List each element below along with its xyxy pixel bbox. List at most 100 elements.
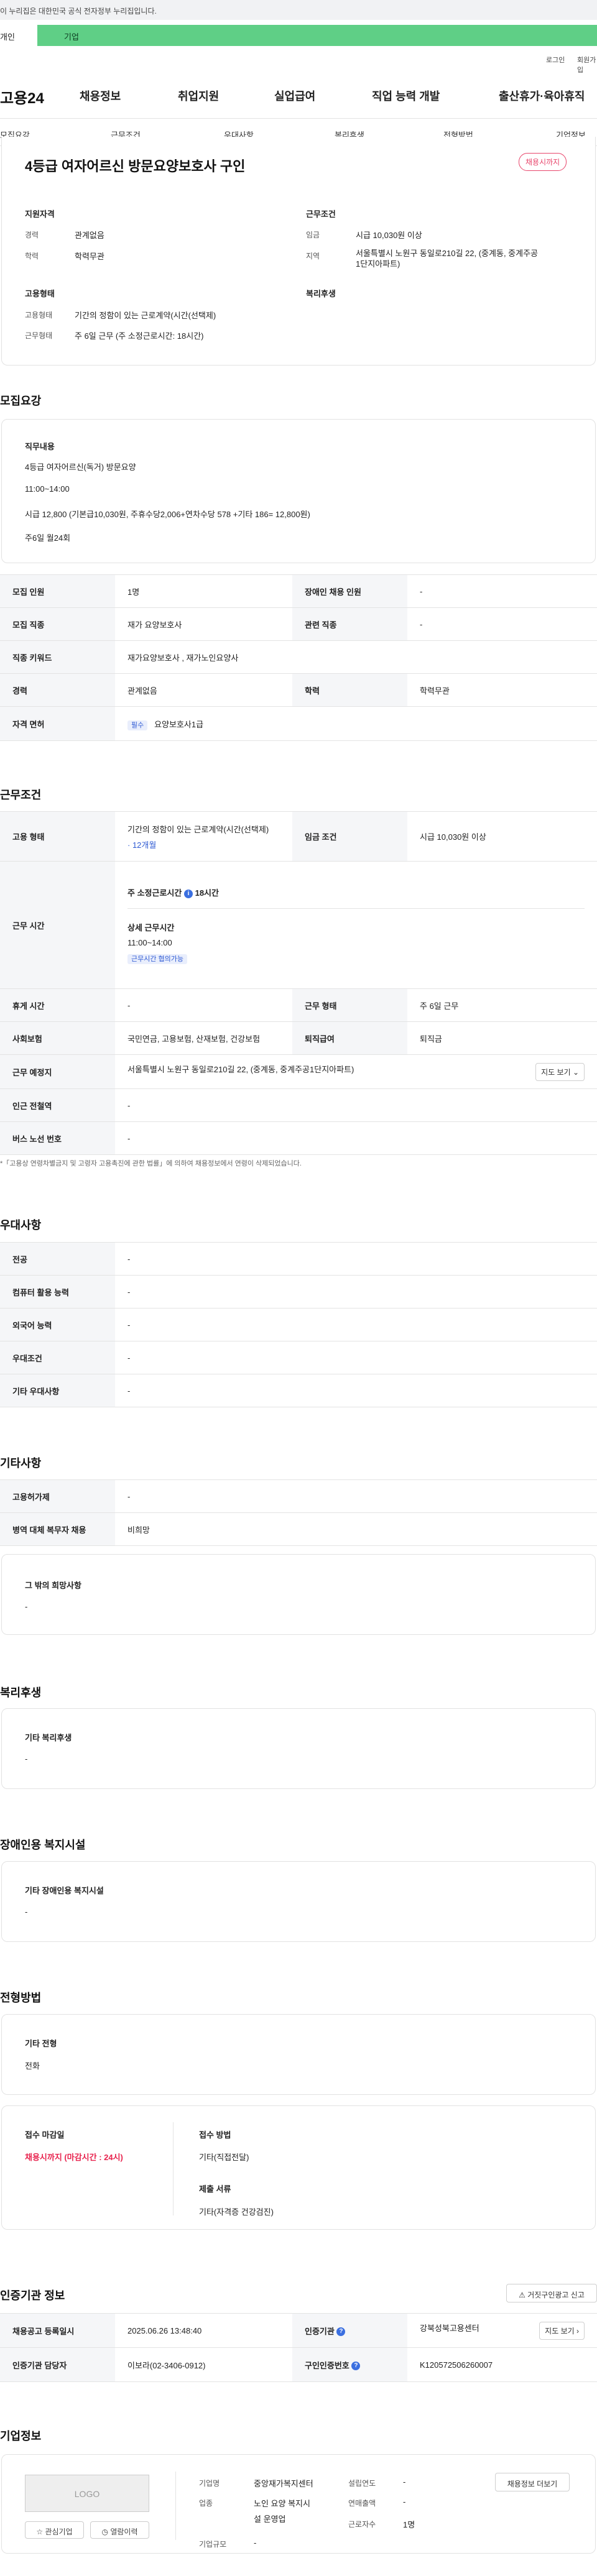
- career-row-key: 경력: [0, 673, 115, 707]
- emp-value: 기간의 정함이 있는 근로계약(시간(선택제): [127, 824, 269, 834]
- weekly-value: 18시간: [195, 888, 219, 898]
- gnb-unemployment-benefit[interactable]: 실업급여: [274, 88, 315, 104]
- org-map-button[interactable]: 지도 보기 ›: [539, 2321, 585, 2340]
- disabled-fac-value: -: [25, 1907, 28, 1916]
- notify-value: -: [115, 1479, 597, 1513]
- table-row: 근무 예정지 서울특별시 노원구 동일로210길 22, (중계동, 중계주공1…: [0, 1054, 597, 1089]
- gov-banner: 이 누리집은 대한민국 공식 전자정부 누리집입니다.: [0, 0, 597, 20]
- docs-title: 제출 서류: [199, 2184, 231, 2194]
- login-link[interactable]: 로그인: [546, 55, 565, 65]
- language-value: -: [115, 1308, 597, 1341]
- notify-key: 고용허가제: [0, 1479, 115, 1513]
- duty-title: 직무내용: [25, 442, 55, 451]
- chevron-down-icon: ⌄: [572, 1067, 579, 1077]
- num-key: 구인인증번호 ?: [292, 2347, 407, 2382]
- wage-cond-key: 임금 조건: [292, 811, 407, 862]
- bus-value: -: [115, 1121, 597, 1155]
- table-row: 사회보험 국민연금, 고용보험, 산재보험, 건강보험 퇴직급여 퇴직금: [0, 1021, 597, 1055]
- tab-individual[interactable]: 개인: [0, 25, 37, 46]
- gnb-parental-leave[interactable]: 출산휴가·육아휴직: [499, 88, 585, 104]
- gnb-employment-support[interactable]: 취업지원: [178, 88, 219, 104]
- age-note: *「고용상 연령차별금지 및 고령자 고용촉진에 관한 법률」에 의하여 채용정…: [0, 1160, 302, 1167]
- gnb-recruit[interactable]: 채용정보: [80, 88, 121, 104]
- rest-key: 휴게 시간: [0, 988, 115, 1022]
- certification-heading: 인증기관 정보: [0, 2289, 65, 2302]
- employment-type-value: 기간의 정함이 있는 근로계약(시간(선택제): [75, 311, 216, 320]
- career-value: 관계없음: [75, 231, 104, 240]
- tab-business[interactable]: 기업: [37, 25, 597, 46]
- info-icon[interactable]: i: [183, 889, 193, 898]
- org-key-label: 인증기관: [305, 2326, 335, 2336]
- conditions-heading: 근무조건: [0, 789, 42, 801]
- reg-key: 채용공고 등록일시: [0, 2313, 115, 2348]
- industry-value-line2: 설 운영업: [254, 2514, 286, 2524]
- career-row-value: 관계없음: [115, 673, 292, 707]
- detail-value: 11:00~14:00: [127, 938, 172, 947]
- keyword-value: 재가요양보호사 , 재가노인요양사: [115, 640, 597, 674]
- num-value: K120572506260007: [407, 2347, 597, 2382]
- edu-row-value: 학력무관: [407, 673, 597, 707]
- other-table: 고용허가제 - 병역 대체 복무자 채용 비희망: [0, 1479, 597, 1546]
- keyword-key: 직종 키워드: [0, 640, 115, 674]
- count-value: 1명: [115, 574, 292, 608]
- chevron-right-icon: ›: [576, 2326, 579, 2335]
- emp-key: 고용 형태: [0, 811, 115, 862]
- table-row: 근무 시간 주 소정근로시간 i 18시간 상세 근무시간 11:00~14:0…: [0, 861, 597, 989]
- history-button[interactable]: ◷ 열람이력: [90, 2521, 149, 2539]
- place-cell: 서울특별시 노원구 동일로210길 22, (중계동, 중계주공1단지아파트) …: [115, 1054, 597, 1089]
- info-icon[interactable]: ?: [351, 2362, 361, 2371]
- table-row: 모집 인원 1명 장애인 채용 인원 -: [0, 574, 597, 608]
- pref-etc-key: 기타 우대사항: [0, 1374, 115, 1407]
- worktype-key: 근무 형태: [292, 988, 407, 1022]
- emp-period: · 12개월: [127, 840, 157, 850]
- reg-value: 2025.06.26 13:48:40: [115, 2313, 292, 2348]
- report-button[interactable]: ⚠ 거짓구인광고 신고: [506, 2284, 597, 2302]
- map-button[interactable]: 지도 보기 ⌄: [535, 1062, 585, 1081]
- pref-cond-value: -: [115, 1341, 597, 1374]
- welfare-etc-value: -: [25, 1754, 28, 1764]
- size-key: 기업규모: [199, 2540, 227, 2549]
- site-logo[interactable]: 고용24: [0, 86, 44, 108]
- company-divider: [175, 2472, 176, 2540]
- insurance-key: 사회보험: [0, 1021, 115, 1055]
- selection-etc-card: [1, 2014, 596, 2095]
- time-divider: [127, 908, 585, 909]
- join-link[interactable]: 회원가입: [577, 55, 597, 75]
- wage-value: 시급 10,030원 이상: [356, 231, 422, 240]
- preference-table: 전공 - 컴퓨터 활용 능력 - 외국어 능력 - 우대조건 - 기타 우대사항…: [0, 1242, 597, 1407]
- page-title: 4등급 여자어르신 방문요양보호사 구인: [25, 159, 246, 174]
- rest-value: -: [115, 988, 292, 1022]
- major-value: -: [115, 1242, 597, 1276]
- info-icon[interactable]: ?: [336, 2327, 346, 2337]
- status-badge: 채용시까지: [519, 153, 567, 171]
- industry-key: 업종: [199, 2499, 213, 2508]
- related-value: -: [407, 607, 597, 641]
- staff-key: 근로자수: [348, 2520, 376, 2529]
- table-row: 버스 노선 번호 -: [0, 1121, 597, 1155]
- disabled-value: -: [407, 574, 597, 608]
- org-value: 강북성북고용센터: [420, 2323, 479, 2333]
- favorite-button[interactable]: ☆ 관심기업: [25, 2521, 84, 2539]
- sales-key: 연매출액: [348, 2499, 376, 2508]
- founded-key: 설립연도: [348, 2479, 376, 2488]
- table-row: 컴퓨터 활용 능력 -: [0, 1275, 597, 1309]
- company-jobs-button[interactable]: 채용정보 더보기: [495, 2473, 570, 2491]
- related-key: 관련 직종: [292, 607, 407, 641]
- negotiable-chip: 근무시간 협의가능: [127, 954, 188, 964]
- star-icon: ☆: [36, 2528, 44, 2536]
- pref-etc-value: -: [115, 1374, 597, 1407]
- company-name-key: 기업명: [199, 2479, 220, 2488]
- wish-title: 그 밖의 희망사항: [25, 1581, 81, 1590]
- table-row: 기타 우대사항 -: [0, 1374, 597, 1407]
- area-value-line2: 1단지아파트): [356, 259, 400, 269]
- insurance-value: 국민연금, 고용보험, 산재보험, 건강보험: [115, 1021, 292, 1055]
- recruit-table: 모집 인원 1명 장애인 채용 인원 - 모집 직종 재가 요양보호사 관련 직…: [0, 574, 597, 741]
- preference-heading: 우대사항: [0, 1219, 42, 1231]
- gnb-skill-development[interactable]: 직업 능력 개발: [372, 88, 440, 104]
- computer-key: 컴퓨터 활용 능력: [0, 1275, 115, 1309]
- founded-value: -: [403, 2477, 406, 2486]
- clock-icon: ◷: [101, 2528, 108, 2536]
- work-type-value: 주 6일 근무 (주 소정근로시간: 18시간): [75, 331, 204, 341]
- wage-key: 임금: [306, 231, 320, 239]
- selection-heading: 전형방법: [0, 1992, 42, 2004]
